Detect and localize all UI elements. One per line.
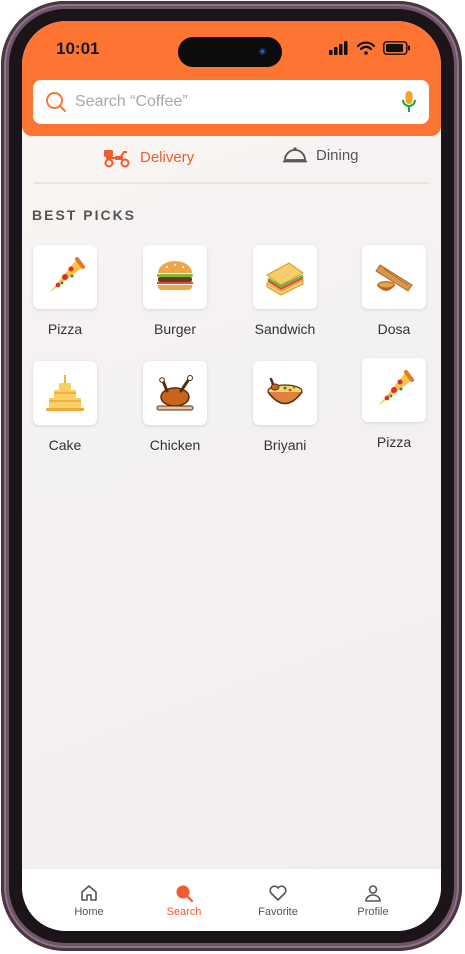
pizza-slice-icon — [378, 370, 414, 406]
heart-icon — [269, 885, 287, 901]
pick-tile — [253, 361, 317, 425]
dining-label: Dining — [316, 146, 359, 164]
pick-item-burger[interactable]: Burger — [135, 245, 215, 337]
tab-search[interactable]: Search — [144, 883, 224, 918]
status-icons — [329, 41, 411, 55]
pick-item-pizza[interactable]: Pizza — [25, 245, 105, 337]
wifi-icon — [357, 41, 375, 55]
scooter-icon — [104, 150, 130, 168]
pick-tile — [33, 245, 97, 309]
search-icon — [176, 885, 194, 903]
section-title: BEST PICKS — [32, 207, 137, 223]
signal-icon — [329, 41, 348, 55]
app-screen: 10:01 Search “Coffee” Delivery Dining BE… — [22, 21, 441, 931]
delivery-tab[interactable]: Delivery — [102, 146, 194, 168]
status-time: 10:01 — [56, 39, 100, 58]
pick-label: Cake — [48, 437, 82, 453]
cloche-icon — [283, 147, 307, 163]
search-bar[interactable]: Search “Coffee” — [33, 80, 429, 124]
pick-item-sandwich[interactable]: Sandwich — [245, 245, 325, 337]
tab-label: Favorite — [258, 906, 298, 918]
pick-item-cake[interactable]: Cake — [25, 361, 105, 453]
dosa-icon — [375, 264, 413, 292]
search-icon — [45, 91, 67, 118]
camera-icon — [259, 48, 266, 55]
dining-tab[interactable]: Dining — [282, 146, 359, 164]
pizza-slice-icon — [49, 257, 85, 293]
tab-label: Profile — [357, 906, 389, 918]
mode-switcher: Delivery Dining — [22, 146, 441, 182]
tab-label: Home — [74, 906, 104, 918]
divider — [34, 182, 429, 184]
pick-tile — [143, 245, 207, 309]
cake-icon — [46, 375, 84, 411]
search-placeholder: Search “Coffee” — [75, 93, 188, 110]
pick-item-dosa[interactable]: Dosa — [354, 245, 434, 337]
tab-label: Search — [166, 906, 202, 918]
pick-label: Burger — [153, 321, 197, 337]
pick-tile — [362, 245, 426, 309]
person-icon — [365, 885, 381, 902]
pick-label: Sandwich — [254, 321, 316, 337]
tab-profile[interactable]: Profile — [333, 883, 413, 918]
burger-icon — [157, 261, 193, 291]
microphone-icon[interactable] — [401, 90, 417, 119]
tab-favorite[interactable]: Favorite — [238, 883, 318, 918]
top-header: 10:01 Search “Coffee” — [22, 21, 441, 136]
dynamic-island — [178, 37, 282, 67]
pick-tile — [143, 361, 207, 425]
pick-label: Pizza — [47, 321, 83, 337]
home-icon — [81, 885, 97, 901]
roast-chicken-icon — [156, 375, 194, 411]
biryani-bowl-icon — [267, 377, 303, 405]
pick-item-pizza-2[interactable]: Pizza — [354, 358, 434, 450]
pick-label: Chicken — [149, 437, 201, 453]
pick-label: Pizza — [376, 434, 412, 450]
battery-icon — [383, 41, 410, 55]
pick-label: Briyani — [263, 437, 307, 453]
tab-home[interactable]: Home — [49, 883, 129, 918]
pick-tile — [362, 358, 426, 422]
bottom-tab-bar: Home Search Favorite Profile — [22, 868, 441, 931]
delivery-label: Delivery — [140, 148, 195, 166]
pick-label: Dosa — [377, 321, 411, 337]
pick-tile — [253, 245, 317, 309]
pick-tile — [33, 361, 97, 425]
pick-item-chicken[interactable]: Chicken — [135, 361, 215, 453]
pick-item-briyani[interactable]: Briyani — [245, 361, 325, 453]
sandwich-icon — [266, 262, 304, 296]
